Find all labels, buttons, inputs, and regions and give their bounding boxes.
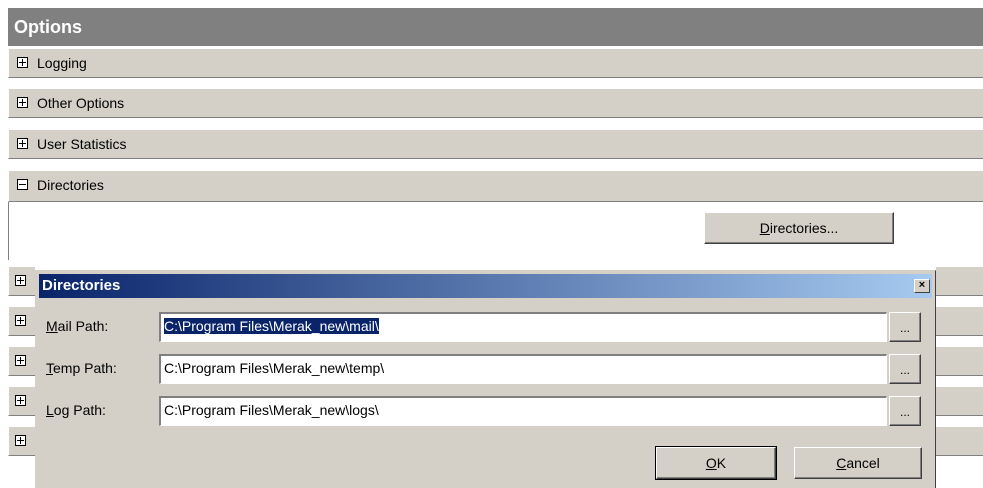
section-collapsed-partial[interactable] <box>8 266 35 296</box>
expand-icon[interactable] <box>15 395 26 406</box>
mail-path-label: Mail Path: <box>46 318 109 334</box>
section-label: Directories <box>37 177 104 193</box>
section-bar-fragment <box>936 426 983 456</box>
mail-path-input[interactable]: C:\Program Files\Merak_new\mail\ <box>159 312 887 342</box>
dialog-titlebar[interactable]: Directories × <box>39 274 932 298</box>
expand-icon[interactable] <box>17 138 28 149</box>
options-title: Options <box>14 17 82 37</box>
log-path-browse-button[interactable]: ... <box>889 396 921 426</box>
section-bar-fragment <box>936 266 983 296</box>
section-bar-fragment <box>936 346 983 376</box>
close-icon[interactable]: × <box>914 279 930 293</box>
section-other-options[interactable]: Other Options <box>8 88 983 118</box>
section-collapsed-partial[interactable] <box>8 386 35 416</box>
expand-icon[interactable] <box>15 275 26 286</box>
section-logging[interactable]: Logging <box>8 48 983 78</box>
section-bar-fragment <box>936 386 983 416</box>
log-path-input[interactable]: C:\Program Files\Merak_new\logs\ <box>159 396 887 426</box>
section-label: Other Options <box>37 95 125 111</box>
temp-path-label: Temp Path: <box>46 360 117 376</box>
expand-icon[interactable] <box>15 355 26 366</box>
directories-dialog: Directories × Mail Path: C:\Program File… <box>35 270 936 488</box>
expand-icon[interactable] <box>15 315 26 326</box>
section-directories[interactable]: Directories <box>8 170 983 202</box>
section-user-statistics[interactable]: User Statistics <box>8 129 983 159</box>
directories-button[interactable]: Directories... <box>704 212 894 244</box>
section-bar-fragment <box>936 306 983 336</box>
ok-button[interactable]: OK <box>655 446 777 480</box>
directories-section-body: Directories... <box>8 202 983 260</box>
section-label: Logging <box>37 55 87 71</box>
cancel-button[interactable]: Cancel <box>794 447 922 479</box>
temp-path-browse-button[interactable]: ... <box>889 354 921 384</box>
selected-text: C:\Program Files\Merak_new\mail\ <box>164 318 379 334</box>
dialog-title: Directories <box>42 277 121 294</box>
options-header: Options <box>8 8 983 46</box>
expand-icon[interactable] <box>17 57 28 68</box>
section-collapsed-partial[interactable] <box>8 346 35 376</box>
expand-icon[interactable] <box>17 97 28 108</box>
expand-icon[interactable] <box>15 435 26 446</box>
section-collapsed-partial[interactable] <box>8 306 35 336</box>
section-collapsed-partial[interactable] <box>8 426 35 456</box>
collapse-icon[interactable] <box>17 179 28 190</box>
temp-path-input[interactable]: C:\Program Files\Merak_new\temp\ <box>159 354 887 384</box>
log-path-label: Log Path: <box>46 402 106 418</box>
section-label: User Statistics <box>37 136 127 152</box>
mail-path-browse-button[interactable]: ... <box>889 312 921 342</box>
